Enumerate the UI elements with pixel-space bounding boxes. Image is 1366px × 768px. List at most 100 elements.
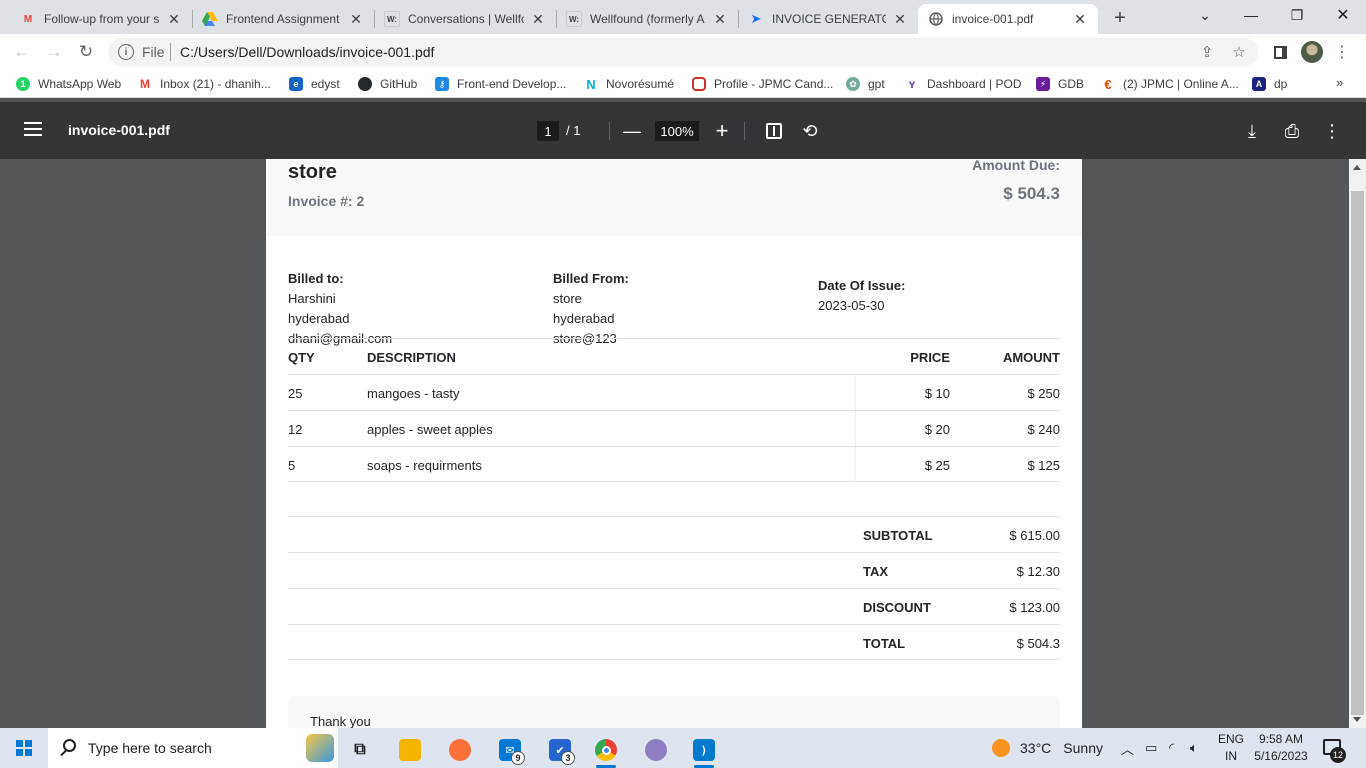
weather-widget[interactable]: 33°C Sunny <box>992 728 1103 768</box>
pdf-page: store Invoice #: 2 Amount Due: $ 504.3 B… <box>266 159 1082 728</box>
bookmark-gpt[interactable]: ✿ gpt <box>846 75 885 93</box>
task-view-button[interactable]: ⧉ <box>340 732 380 768</box>
tax-row: TAX $ 12.30 <box>288 552 1060 588</box>
bookmark-gdb[interactable]: ⚡ GDB <box>1036 75 1084 93</box>
clock-time[interactable]: 9:58 AM <box>1250 732 1312 746</box>
back-arrow-icon[interactable]: ← <box>10 40 34 64</box>
more-actions-icon[interactable]: ⋮ <box>1320 119 1344 143</box>
tab-wellfound[interactable]: W: Wellfound (formerly A ✕ <box>556 4 738 34</box>
scrollbar-thumb[interactable] <box>1351 191 1364 715</box>
billed-to-label: Billed to: <box>288 271 344 286</box>
vscode-button[interactable]: ⟩ <box>684 732 724 768</box>
scroll-up-arrow-icon[interactable] <box>1353 165 1361 170</box>
pdf-document-area[interactable]: store Invoice #: 2 Amount Due: $ 504.3 B… <box>0 159 1349 728</box>
tab-invoice-generator[interactable]: ➤ INVOICE GENERATOR ✕ <box>738 4 918 34</box>
tab-gmail[interactable]: M Follow-up from your s ✕ <box>10 4 192 34</box>
bookmark-github[interactable]: GitHub <box>358 75 417 93</box>
close-window-icon[interactable]: ✕ <box>1320 0 1366 30</box>
rotate-icon[interactable]: ⟲ <box>798 119 822 143</box>
taskbar-search[interactable]: Type here to search <box>48 728 338 768</box>
mail-button[interactable]: ✉ 9 <box>490 732 530 768</box>
forward-arrow-icon[interactable]: → <box>42 40 66 64</box>
avatar[interactable] <box>1301 41 1323 63</box>
tab-title: Frontend Assignment <box>226 12 340 26</box>
google-drive-icon <box>202 11 218 27</box>
print-icon[interactable]: ⎙ <box>1280 119 1304 143</box>
fit-to-page-icon[interactable] <box>762 119 786 143</box>
share-icon[interactable]: ⇪ <box>1198 43 1216 61</box>
bookmark-label: GDB <box>1058 77 1085 91</box>
note-text: Thank you <box>310 714 371 728</box>
billed-from-city: hyderabad <box>553 311 615 326</box>
firefox-button[interactable] <box>440 732 480 768</box>
reload-icon[interactable]: ↻ <box>74 40 98 64</box>
table-row: 12 apples - sweet apples $ 20 $ 240 <box>288 410 1060 447</box>
wifi-icon[interactable]: ◜ <box>1169 728 1174 768</box>
bookmark-star-icon[interactable]: ☆ <box>1230 43 1248 61</box>
info-icon[interactable]: i <box>118 44 134 60</box>
download-icon[interactable]: ⤓ <box>1240 119 1264 143</box>
volume-muted-icon[interactable]: 🔈︎ <box>1190 728 1198 768</box>
bookmark-whatsapp[interactable]: 1 WhatsApp Web <box>16 75 121 93</box>
bookmark-label: edyst <box>311 77 340 91</box>
billed-from-block: Billed From: store hyderabad store@123 <box>553 269 629 349</box>
page-number-input[interactable]: 1 <box>537 121 559 141</box>
store-name: store <box>288 161 337 183</box>
zoom-in-icon[interactable]: + <box>710 118 734 143</box>
table-header: QTY DESCRIPTION PRICE AMOUNT <box>288 338 1060 374</box>
tab-search-icon[interactable]: ⌄ <box>1182 0 1228 30</box>
bookmark-inbox[interactable]: M Inbox (21) - dhanih... <box>138 75 271 93</box>
chrome-button[interactable] <box>586 732 626 768</box>
cell-price: $ 20 <box>924 422 950 437</box>
send-icon: ➤ <box>750 11 762 26</box>
vscode-icon: ⟩ <box>693 739 715 761</box>
tab-frontend-assignment[interactable]: Frontend Assignment ✕ <box>192 4 374 34</box>
close-icon[interactable]: ✕ <box>530 11 546 27</box>
bookmark-dp[interactable]: Adp <box>1252 75 1287 93</box>
address-bar[interactable]: i File C:/Users/Dell/Downloads/invoice-0… <box>108 38 1258 66</box>
bookmark-edyst[interactable]: e edyst <box>289 75 340 93</box>
scroll-down-arrow-icon[interactable] <box>1353 717 1361 722</box>
todo-button[interactable]: ✔ 3 <box>540 732 580 768</box>
close-icon[interactable]: ✕ <box>166 11 182 27</box>
table-row: 25 mangoes - tasty $ 10 $ 250 <box>288 374 1060 411</box>
pdf-toolbar: invoice-001.pdf 1 / 1 — 100% + ⟲ ⤓ ⎙ ⋮ <box>0 102 1366 159</box>
bookmark-pod[interactable]: ʏ Dashboard | POD <box>905 75 1022 93</box>
cell-description: mangoes - tasty <box>367 386 460 401</box>
bookmark-label: Dashboard | POD <box>927 77 1022 91</box>
url-text[interactable]: C:/Users/Dell/Downloads/invoice-001.pdf <box>180 44 434 60</box>
menu-icon[interactable] <box>24 122 42 136</box>
more-bookmarks-icon[interactable]: » <box>1336 75 1343 90</box>
wellfound-icon: W: <box>384 11 400 27</box>
show-hidden-icons-icon[interactable]: ︿ <box>1121 728 1134 768</box>
column-header-qty: QTY <box>288 350 315 365</box>
sun-icon <box>992 739 1010 757</box>
close-icon[interactable]: ✕ <box>348 11 364 27</box>
windows-taskbar: Type here to search ⧉ ✉ 9 ✔ 3 ⟩ 33°C Sunny… <box>0 728 1366 768</box>
side-panel-icon[interactable] <box>1268 40 1292 64</box>
bookmark-frontend[interactable]: ⚷ Front-end Develop... <box>435 75 566 93</box>
paint-icon <box>645 739 667 761</box>
close-icon[interactable]: ✕ <box>1072 11 1088 27</box>
bookmark-jpmc-online[interactable]: € (2) JPMC | Online A... <box>1101 75 1238 93</box>
tab-wellfound-conversations[interactable]: W: Conversations | Wellfo ✕ <box>374 4 556 34</box>
close-icon[interactable]: ✕ <box>712 11 728 27</box>
kebab-menu-icon[interactable]: ⋮ <box>1330 40 1354 64</box>
paint-button[interactable] <box>636 732 676 768</box>
language-indicator[interactable]: ENG <box>1214 732 1248 746</box>
windows-start-icon[interactable] <box>16 740 32 756</box>
zoom-level-input[interactable]: 100% <box>655 121 699 141</box>
new-tab-button[interactable]: + <box>1108 6 1132 30</box>
vertical-scrollbar[interactable] <box>1349 159 1366 728</box>
bookmark-jpmc-profile[interactable]: Profile - JPMC Cand... <box>692 75 833 93</box>
battery-icon[interactable]: ▭ <box>1145 728 1157 768</box>
restore-icon[interactable]: ❐ <box>1274 0 1320 30</box>
close-icon[interactable]: ✕ <box>892 11 908 27</box>
zoom-out-icon[interactable]: — <box>620 119 644 143</box>
tab-title: Wellfound (formerly A <box>590 12 705 26</box>
file-explorer-button[interactable] <box>390 732 430 768</box>
tab-invoice-pdf[interactable]: invoice-001.pdf ✕ <box>918 4 1098 34</box>
minimize-icon[interactable]: — <box>1228 0 1274 30</box>
bookmark-novoresume[interactable]: N Novorésumé <box>584 75 674 93</box>
todo-badge: 3 <box>561 751 575 765</box>
